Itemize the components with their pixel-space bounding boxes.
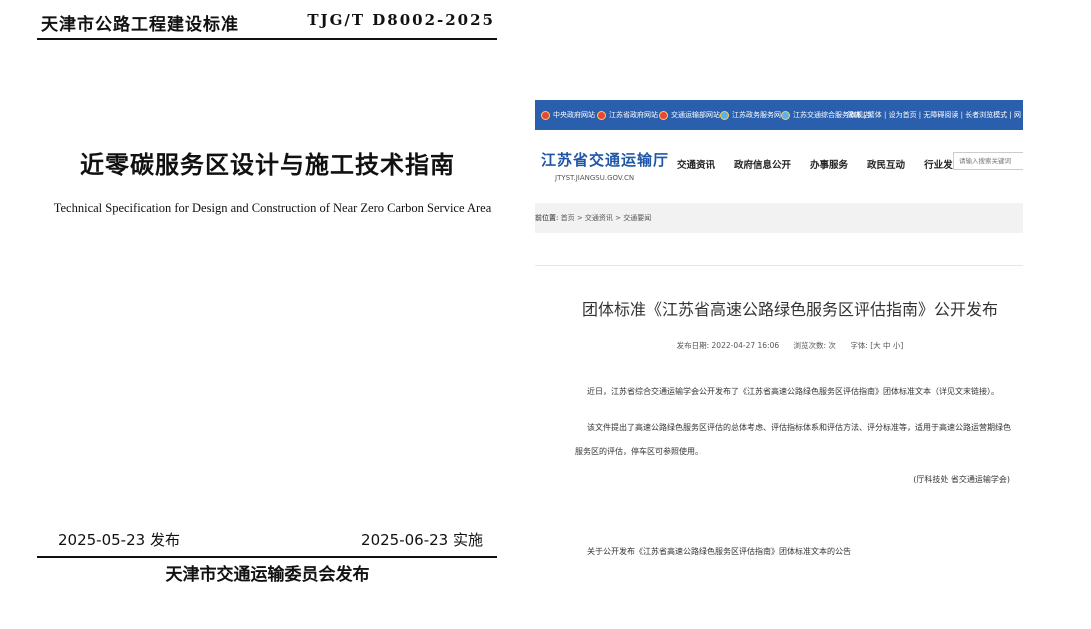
web-page: 中央政府网站 江苏省政府网站 交通运输部网站 江苏政务服务网 江苏交通综合服务旗… <box>535 100 1023 600</box>
breadcrumb: 前位置: 首页 > 交通资讯 > 交通要闻 <box>535 213 651 223</box>
emblem-icon <box>659 110 668 120</box>
article-signature: (厅科技处 省交通运输学会) <box>913 475 1010 484</box>
breadcrumb-lead: 前位置: <box>535 214 559 222</box>
article-title: 团体标准《江苏省高速公路绿色服务区评估指南》公开发布 <box>581 300 998 319</box>
topbar-link-label: 江苏政务服务网 <box>732 111 781 119</box>
main-nav: 交通资讯 政府信息公开 办事服务 政民互动 行业发展 <box>677 157 981 171</box>
standard-title-en: Technical Specification for Design and C… <box>53 201 492 215</box>
content-divider <box>535 265 1023 266</box>
standard-issuer: 天津市公路工程建设标准 <box>41 15 239 35</box>
site-logo[interactable]: 江苏省交通运输厅 <box>541 149 669 170</box>
emblem-icon <box>541 110 550 120</box>
attachment-link[interactable]: 关于公开发布《江苏省高速公路绿色服务区评估指南》团体标准文本的公告 <box>587 546 851 557</box>
site-domain: JTYST.JIANGSU.GOV.CN <box>555 174 635 182</box>
article-paragraph-1: 近日，江苏省综合交通运输学会公开发布了《江苏省高速公路绿色服务区评估指南》团体标… <box>587 387 999 396</box>
topbar-link-label: 交通运输部网站 <box>671 111 720 119</box>
header-rule <box>37 38 497 40</box>
service-icon <box>781 110 790 120</box>
standard-title-cn: 近零碳服务区设计与施工技术指南 <box>80 150 455 179</box>
effective-date: 2025-06-23 实施 <box>361 531 483 549</box>
search-input[interactable] <box>953 152 1023 170</box>
nav-item-gov-info[interactable]: 政府信息公开 <box>734 157 791 171</box>
topbar-link-province-gov[interactable]: 江苏省政府网站 <box>597 110 658 120</box>
standard-cover: 天津市公路工程建设标准 TJG/T D8002-2025 近零碳服务区设计与施工… <box>0 0 520 629</box>
standard-publisher: 天津市交通运输委员会发布 <box>165 565 370 585</box>
nav-item-services[interactable]: 办事服务 <box>810 157 848 171</box>
footer-rule <box>37 556 497 558</box>
topbar-utility-links[interactable]: 简体 | 繁体 | 设为首页 | 无障碍阅读 | 长者浏览模式 | 网 <box>847 110 1021 120</box>
cover-header: 天津市公路工程建设标准 TJG/T D8002-2025 <box>37 8 497 36</box>
nav-item-news[interactable]: 交通资讯 <box>677 157 715 171</box>
topbar-link-ministry[interactable]: 交通运输部网站 <box>659 110 720 120</box>
topbar-link-central-gov[interactable]: 中央政府网站 <box>541 110 595 120</box>
standard-code: TJG/T D8002-2025 <box>307 11 495 29</box>
article-meta: 发布日期: 2022-04-27 16:06 浏览次数: 次 字体: [大 中 … <box>535 340 1023 351</box>
breadcrumb-path[interactable]: 首页 > 交通资讯 > 交通要闻 <box>561 214 652 222</box>
nav-item-interaction[interactable]: 政民互动 <box>867 157 905 171</box>
site-header: 江苏省交通运输厅 JTYST.JIANGSU.GOV.CN 交通资讯 政府信息公… <box>535 130 1023 198</box>
font-size-switcher[interactable]: 字体: [大 中 小] <box>850 341 903 350</box>
top-link-bar: 中央政府网站 江苏省政府网站 交通运输部网站 江苏政务服务网 江苏交通综合服务旗… <box>535 100 1023 130</box>
topbar-link-label: 中央政府网站 <box>553 111 595 119</box>
publish-datetime: 发布日期: 2022-04-27 16:06 <box>676 341 780 350</box>
breadcrumb-bar: 前位置: 首页 > 交通资讯 > 交通要闻 <box>535 203 1023 233</box>
article-paragraph-2: 该文件提出了高速公路绿色服务区评估的总体考虑、评估指标体系和评估方法、评分标准等… <box>575 423 1011 456</box>
topbar-link-label: 江苏省政府网站 <box>609 111 658 119</box>
service-icon <box>720 110 729 120</box>
topbar-link-gov-service[interactable]: 江苏政务服务网 <box>720 110 781 120</box>
publish-date: 2025-05-23 发布 <box>58 531 180 549</box>
emblem-icon <box>597 110 606 120</box>
view-count: 浏览次数: 次 <box>793 341 836 350</box>
